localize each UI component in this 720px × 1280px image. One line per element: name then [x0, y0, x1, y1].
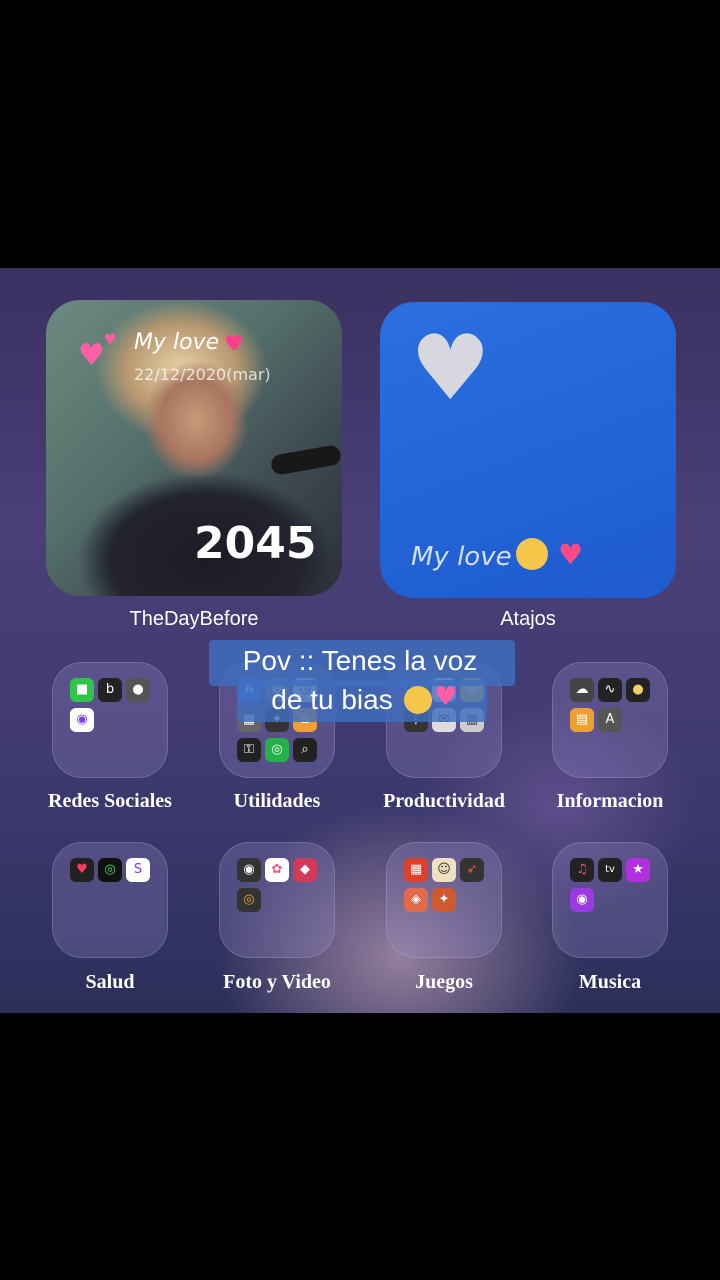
folder-redes-sociales[interactable]: ■ b ● ◉ — [52, 662, 168, 778]
atajos-widget[interactable]: ♥ My love ♥ — [380, 302, 676, 598]
fitness-icon: ◎ — [98, 858, 122, 882]
heart-arrow-icon: ♥ — [224, 332, 244, 357]
thedaybefore-widget[interactable]: ♥ ♥ My love ♥ 22/12/2020(mar) 2045 — [46, 300, 342, 596]
small-heart-icon: ♥ — [104, 332, 117, 348]
folder-juegos[interactable]: ▦ ☺ ➶ ◈ ✦ — [386, 842, 502, 958]
folder-label: Utilidades — [233, 790, 321, 812]
widget-text: My love — [411, 542, 512, 572]
folder-salud[interactable]: ♥ ◎ S — [52, 842, 168, 958]
rocket-icon: ➶ — [460, 858, 484, 882]
caption-line-1: Pov :: Tenes la voz — [242, 645, 478, 676]
podcasts-icon: ◉ — [570, 888, 594, 912]
keys-icon: ⚿ — [237, 738, 261, 762]
folder-foto-y-video[interactable]: ◉ ✿ ◆ ◎ — [219, 842, 335, 958]
game-icon: ◈ — [404, 888, 428, 912]
appletv-icon: tv — [598, 858, 622, 882]
folder-label: Salud — [85, 971, 135, 993]
photos-icon: ✿ — [265, 858, 289, 882]
folder-musica[interactable]: ♫ tv ★ ◉ — [552, 842, 668, 958]
widget-date: 22/12/2020(mar) — [134, 365, 271, 384]
lens-icon: ◎ — [237, 888, 261, 912]
editor-icon: ◆ — [293, 858, 317, 882]
pink-hearts-icon: ♥ — [78, 338, 105, 373]
caption-line-2: de tu bias — [271, 684, 393, 715]
widget-title: My love — [134, 330, 220, 355]
game-icon: ☺ — [432, 858, 456, 882]
magnifier-icon: ⌕ — [293, 738, 317, 762]
game-icon: ✦ — [432, 888, 456, 912]
health-icon: ♥ — [70, 858, 94, 882]
widget-label-atajos: Atajos — [500, 608, 556, 630]
microphone-image — [269, 444, 342, 476]
white-heart-icon: ♥ — [410, 316, 491, 421]
pleading-face-icon — [404, 686, 432, 714]
widget-label-thedaybefore: TheDayBefore — [129, 608, 259, 630]
folder-label: Foto y Video — [223, 971, 331, 993]
folder-label: Musica — [578, 971, 642, 993]
heart-arrow-icon: ♥ — [558, 538, 584, 571]
app-icon: S — [126, 858, 150, 882]
block-puzzle-icon: ▦ — [404, 858, 428, 882]
findmy-icon: ◎ — [265, 738, 289, 762]
day-count: 2045 — [194, 518, 317, 569]
star-icon: ★ — [626, 858, 650, 882]
folder-label: Redes Sociales — [48, 790, 172, 812]
camera-icon: ◉ — [237, 858, 261, 882]
folder-informacion[interactable]: ☁ ∿ ● ▤ A — [552, 662, 668, 778]
two-hearts-icon: ♥ — [434, 682, 458, 712]
folder-label: Juegos — [415, 971, 473, 993]
pleading-face-icon — [516, 538, 548, 570]
folder-label: Productividad — [383, 790, 505, 812]
folder-label: Informacion — [556, 790, 664, 812]
music-icon: ♫ — [570, 858, 594, 882]
